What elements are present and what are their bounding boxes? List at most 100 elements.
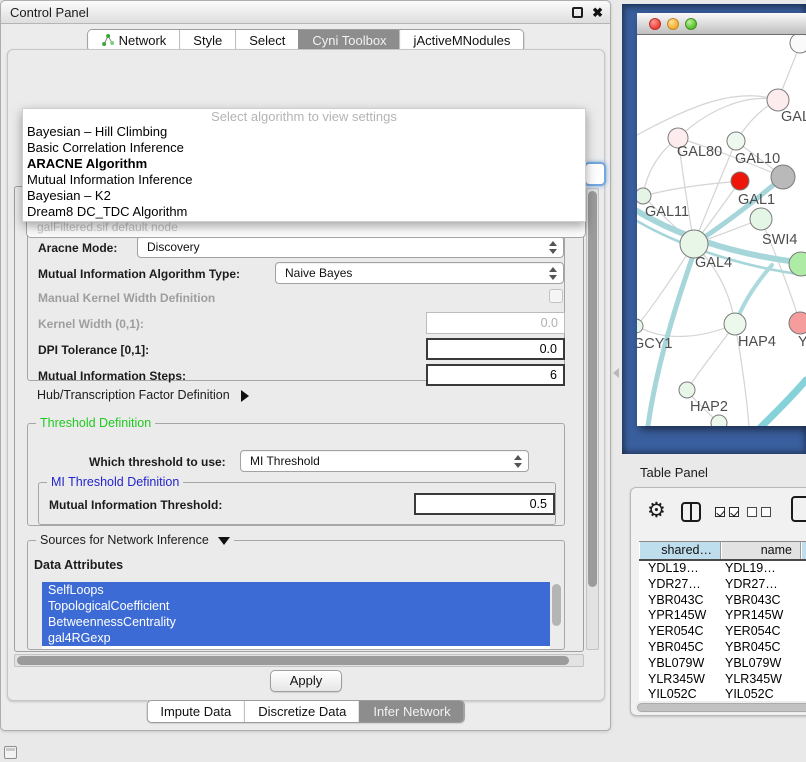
data-attributes-list: SelfLoops TopologicalCoefficient Between… [42,582,562,649]
export-table-icon[interactable] [791,496,806,522]
mi-threshold-group: MI Threshold Definition Mutual Informati… [38,482,556,525]
tab-infer-network[interactable]: Infer Network [359,701,463,722]
column-header-shared-name[interactable]: shared… [639,542,721,559]
control-panel-titlebar[interactable]: Control Panel ✖ [1,1,610,24]
which-threshold-combo[interactable]: MI Threshold [240,450,529,472]
svg-text:GAL4: GAL4 [695,255,732,271]
dpi-tolerance-label: DPI Tolerance [0,1]: [38,343,149,357]
float-window-icon[interactable] [572,7,583,18]
mi-steps-field[interactable]: 6 [426,364,565,386]
network-nodes[interactable] [637,35,806,426]
node-red-selected[interactable] [731,172,749,190]
kernel-width-field[interactable]: 0.0 [426,312,565,334]
tab-impute-data[interactable]: Impute Data [147,701,244,722]
node-gal4[interactable] [680,230,708,258]
combo-arrows-icon [549,267,557,280]
svg-text:GAL: GAL [781,109,806,125]
node-gcy1[interactable] [637,319,643,333]
tab-jactivemnodules[interactable]: jActiveMNodules [400,30,524,51]
data-attributes-label: Data Attributes [34,558,123,572]
dock-panel-icon[interactable] [4,746,17,759]
column-visibility-icon[interactable] [681,502,701,522]
algorithm-option-selected[interactable]: ARACNE Algorithm [23,156,585,172]
tab-style[interactable]: Style [179,30,235,51]
mi-threshold-group-title: MI Threshold Definition [47,475,183,489]
settings-vertical-scrollbar[interactable] [586,188,599,650]
algorithm-option[interactable]: Bayesian – Hill Climbing [23,124,585,140]
attribute-item[interactable]: SelfLoops [42,582,550,598]
table-toolbar: ⚙ [631,488,806,536]
node[interactable] [790,35,806,53]
popup-hint: Select algorithm to view settings [23,109,585,124]
split-pane-collapse-icon[interactable] [613,368,619,378]
algorithm-combo-fragment[interactable] [584,162,606,186]
mi-steps-label: Mutual Information Steps: [38,369,186,383]
combo-arrows-icon [514,455,522,468]
attribute-item[interactable]: gal4RGexp [42,630,550,646]
table-horizontal-scrollbar[interactable] [635,701,806,713]
which-threshold-label: Which threshold to use: [89,455,226,469]
close-icon[interactable]: ✖ [592,1,603,24]
table-panel-card: ⚙ shared… name A YDL19…YDL19…13 YDR27…YD… [630,487,806,716]
attributes-scrollbar[interactable] [550,582,562,649]
manual-kernel-checkbox[interactable] [549,289,563,303]
algorithm-option[interactable]: Mutual Information Inference [23,172,585,188]
node-y[interactable] [789,312,806,334]
table-row[interactable]: YBR043CYBR043C [639,593,806,609]
network-view-window[interactable]: GAL GAL80 GAL10 GAL11 GAL1 SWI4 GAL4 GCY… [637,13,806,426]
sources-group-title[interactable]: Sources for Network Inference [36,533,234,547]
select-all-checkboxes-icon[interactable] [715,507,739,517]
algorithm-option[interactable]: Bayesian – K2 [23,188,585,204]
table-row[interactable]: YBL079WYBL079W [639,656,806,672]
node-gal10[interactable] [727,132,745,150]
table-row[interactable]: YPR145WYPR145W9. [639,608,806,624]
cyni-algorithm-settings-group: Cyni Algorithm Settings Algorithm Defini… [14,186,584,652]
column-header-name[interactable]: name [721,542,801,559]
node-hap2[interactable] [679,382,695,398]
tab-cyni-toolbox[interactable]: Cyni Toolbox [298,30,399,51]
node-hap4[interactable] [724,313,746,335]
close-traffic-light-icon[interactable] [649,18,661,30]
minimize-traffic-light-icon[interactable] [667,18,679,30]
attribute-item[interactable]: BetweennessCentrality [42,614,550,630]
table-row[interactable]: YDL19…YDL19…13 [639,561,806,577]
table-row[interactable]: YLR345WYLR345W9. [639,672,806,688]
attribute-item[interactable]: TopologicalCoefficient [42,598,550,614]
node-gal11[interactable] [637,188,651,204]
svg-text:GAL1: GAL1 [738,192,775,208]
network-canvas[interactable]: GAL GAL80 GAL10 GAL11 GAL1 SWI4 GAL4 GCY… [637,35,806,426]
table-row[interactable]: YBR045CYBR045C9. [639,640,806,656]
apply-button[interactable]: Apply [270,670,342,692]
table-row[interactable]: YDR27…YDR27…12 [639,577,806,593]
mi-threshold-field[interactable]: 0.5 [414,493,555,515]
settings-horizontal-scrollbar[interactable] [14,654,584,667]
svg-text:HAP2: HAP2 [690,399,728,415]
gear-icon[interactable]: ⚙ [647,498,666,523]
svg-text:GAL10: GAL10 [735,151,780,167]
node-gray[interactable] [771,165,795,189]
network-window-titlebar[interactable] [637,13,806,35]
svg-text:GAL11: GAL11 [645,204,689,220]
dpi-tolerance-field[interactable]: 0.0 [426,338,565,360]
collapse-down-icon [218,537,230,545]
zoom-traffic-light-icon[interactable] [685,18,697,30]
node[interactable] [711,415,727,426]
table-row[interactable]: YER054CYER054C8. [639,624,806,640]
algorithm-option[interactable]: Dream8 DC_TDC Algorithm [23,204,585,220]
hub-definition-expander[interactable]: Hub/Transcription Factor Definition [37,388,249,402]
tab-network[interactable]: Network [88,30,180,51]
node-gal1[interactable] [750,208,772,230]
network-tab-icon [101,34,114,47]
deselect-all-checkboxes-icon[interactable] [747,507,771,517]
tab-discretize-data[interactable]: Discretize Data [244,701,359,722]
network-desktop: GAL GAL80 GAL10 GAL11 GAL1 SWI4 GAL4 GCY… [622,4,806,454]
svg-text:GCY1: GCY1 [637,336,673,352]
node-gal[interactable] [767,89,789,111]
aracne-mode-combo[interactable]: Discovery [137,236,564,258]
table-body: YDL19…YDL19…13 YDR27…YDR27…12 YBR043CYBR… [639,561,806,703]
algorithm-option[interactable]: Basic Correlation Inference [23,140,585,156]
cyni-toolbox-panel: galFiltered.sif default node Select algo… [7,49,605,701]
mi-algorithm-type-combo[interactable]: Naive Bayes [275,262,564,284]
tab-select[interactable]: Select [235,30,298,51]
column-header-partial[interactable]: A [801,542,806,559]
